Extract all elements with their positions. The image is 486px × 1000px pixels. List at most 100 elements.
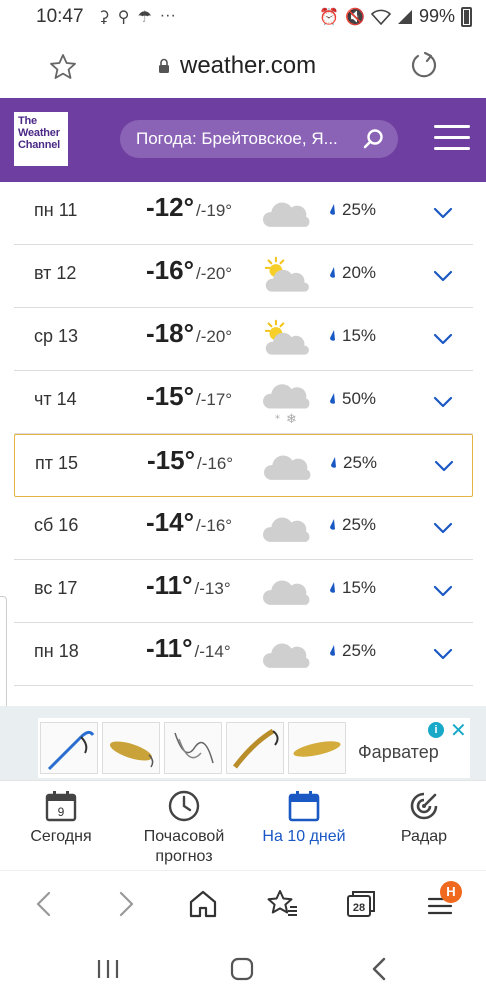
ad-content[interactable]: Фарватер i ✕	[38, 718, 470, 778]
ad-banner: Фарватер i ✕	[0, 706, 486, 780]
back-system-icon[interactable]	[366, 956, 394, 982]
nav-ten-day-label: На 10 дней	[262, 828, 346, 845]
calendar-day-icon: 9	[45, 791, 77, 822]
raindrop-icon	[331, 456, 336, 468]
chevron-down-icon[interactable]	[432, 202, 454, 224]
forecast-row[interactable]: пн 11 -12°/-19° 25%	[14, 182, 473, 245]
forecast-temps: -15°/-16°	[147, 445, 233, 476]
bookmark-star-icon[interactable]	[48, 52, 78, 82]
raindrop-icon	[330, 644, 335, 656]
high-temp: -12°	[146, 192, 194, 222]
forecast-list: пн 11 -12°/-19° 25% вт 12 -16°/-20° 20% ср 13-…	[14, 182, 473, 686]
reload-icon[interactable]	[408, 50, 440, 82]
chevron-down-icon[interactable]	[433, 455, 455, 477]
low-temp: /-20°	[195, 264, 233, 283]
precip-chance: 20%	[328, 263, 376, 283]
forecast-row[interactable]: вс 17 -11°/-13° 15%	[14, 560, 473, 623]
nav-today[interactable]: 9 Сегодня	[28, 789, 94, 847]
partly-cloudy-icon	[264, 319, 309, 355]
forward-icon[interactable]	[108, 887, 142, 921]
ad-close-icon[interactable]: ✕	[450, 718, 467, 743]
battery-percent: 99%	[418, 6, 455, 26]
precip-value: 25%	[342, 515, 377, 534]
svg-text:❄: ❄	[286, 412, 297, 425]
nav-radar[interactable]: Радар	[394, 789, 454, 847]
chevron-down-icon[interactable]	[432, 391, 454, 413]
back-icon[interactable]	[28, 887, 62, 921]
precip-chance: 25%	[328, 641, 376, 661]
search-icon[interactable]	[362, 128, 384, 150]
forecast-row[interactable]: сб 16 -14°/-16° 25%	[14, 497, 473, 560]
ad-product-image[interactable]	[102, 722, 160, 774]
search-notification-icon: ⚲	[117, 9, 130, 26]
nav-hourly[interactable]: Почасовой прогноз	[138, 789, 230, 867]
forecast-temps: -11°/-14°	[146, 633, 231, 664]
chevron-down-icon[interactable]	[432, 580, 454, 602]
ad-product-image[interactable]	[164, 722, 222, 774]
forecast-temps: -18°/-20°	[146, 318, 232, 349]
hamburger-menu-icon[interactable]	[434, 125, 470, 151]
chevron-down-icon[interactable]	[432, 643, 454, 665]
chevron-down-icon[interactable]	[432, 517, 454, 539]
forecast-temps: -11°/-13°	[146, 570, 231, 601]
ad-product-image[interactable]	[288, 722, 346, 774]
high-temp: -14°	[146, 507, 194, 537]
forecast-row[interactable]: вт 12 -16°/-20° 20%	[14, 245, 473, 308]
nav-hourly-label-2: прогноз	[155, 848, 213, 865]
forecast-day: ср 13	[34, 326, 79, 346]
url-text: weather.com	[180, 52, 317, 79]
partly-cloudy-icon	[264, 256, 309, 292]
forecast-row[interactable]: чт 14 -15°/-17° * ❄ 50%	[14, 371, 473, 434]
forecast-day: чт 14	[34, 389, 77, 409]
ad-product-image[interactable]	[40, 722, 98, 774]
ad-product-image[interactable]	[226, 722, 284, 774]
raindrop-icon	[330, 518, 335, 530]
cloudy-icon	[263, 580, 310, 605]
nav-ten-day[interactable]: На 10 дней	[256, 789, 352, 847]
low-temp: /-20°	[195, 327, 233, 346]
alarm-icon: ⏰	[319, 8, 340, 26]
battery-icon	[461, 6, 472, 27]
raindrop-icon	[330, 581, 335, 593]
forecast-row[interactable]: ср 13 -18°/-20° 15%	[14, 308, 473, 371]
high-temp: -11°	[146, 570, 193, 600]
cloudy-icon	[263, 643, 310, 668]
raindrop-icon	[330, 266, 335, 278]
status-bar: 10:47 ⚳ ⚲ ☂ ··· ⏰ 🔇 99%	[0, 0, 486, 34]
high-temp: -18°	[146, 318, 194, 348]
high-temp: -16°	[146, 255, 194, 285]
location-search-input[interactable]: Погода: Брейтовское, Я...	[120, 120, 398, 158]
home-icon[interactable]	[186, 887, 220, 921]
precip-value: 15%	[342, 578, 377, 597]
url-field[interactable]: weather.com	[158, 52, 316, 80]
cloudy-icon	[263, 517, 310, 542]
low-temp: /-17°	[195, 390, 233, 409]
weather-channel-logo[interactable]: The Weather Channel	[14, 112, 68, 166]
forecast-row[interactable]: пт 15 -15°/-16° 25%	[14, 434, 473, 497]
precip-value: 25%	[343, 453, 378, 472]
menu-notification-badge: Н	[440, 881, 462, 903]
chevron-down-icon[interactable]	[432, 265, 454, 287]
precip-chance: 25%	[329, 453, 377, 473]
tabs-icon[interactable]: 28	[344, 887, 378, 921]
recent-apps-icon[interactable]	[94, 956, 122, 982]
forecast-temps: -15°/-17°	[146, 381, 232, 412]
ad-brand-name[interactable]: Фарватер	[358, 742, 439, 763]
browser-url-bar: weather.com	[0, 34, 486, 98]
precip-chance: 25%	[328, 200, 376, 220]
precip-value: 25%	[342, 200, 377, 219]
low-temp: /-13°	[194, 579, 231, 598]
logo-line: Channel	[18, 139, 60, 151]
precip-value: 25%	[342, 641, 377, 660]
home-system-icon[interactable]	[228, 956, 256, 982]
today-date: 9	[58, 805, 65, 819]
wifi-icon	[370, 9, 391, 25]
forecast-row[interactable]: пн 18 -11°/-14° 25%	[14, 623, 473, 686]
ad-info-icon[interactable]: i	[428, 722, 444, 738]
raindrop-icon	[330, 203, 335, 215]
calendar-icon	[288, 791, 320, 822]
bookmarks-icon[interactable]	[266, 887, 300, 921]
precip-value: 20%	[342, 263, 377, 282]
chevron-down-icon[interactable]	[432, 328, 454, 350]
low-temp: /-16°	[196, 454, 234, 473]
